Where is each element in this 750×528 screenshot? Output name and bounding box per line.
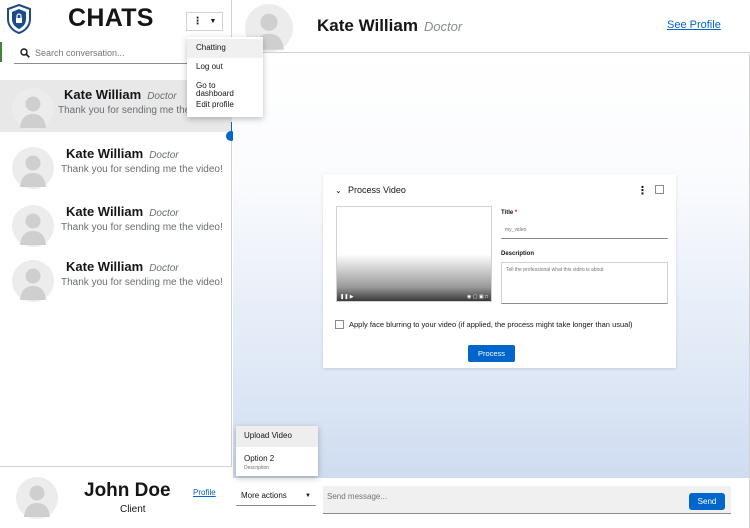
avatar-icon xyxy=(12,147,54,189)
conversation-name-text: Kate William xyxy=(66,146,144,161)
search-icon xyxy=(20,47,30,58)
conversation-name: Kate William Doctor xyxy=(66,204,179,219)
chevron-down-icon[interactable]: ⌄ xyxy=(335,186,342,195)
shield-lock-icon[interactable] xyxy=(6,4,32,34)
message-area: ⌄ Process Video ⋮ ❚❚ ▶ ◉ ▢ ▣ □ Title * D… xyxy=(233,54,750,478)
message-composer: More actions ▼ Send xyxy=(233,478,750,528)
menu-item-option-2[interactable]: Option 2 Description xyxy=(236,447,318,476)
face-blur-label: Apply face blurring to your video (if ap… xyxy=(349,320,633,329)
conversation-role: Doctor xyxy=(149,208,179,219)
conversation-name: Kate William Doctor xyxy=(66,259,179,274)
card-select-checkbox[interactable] xyxy=(655,185,664,194)
conversation-name-text: Kate William xyxy=(66,204,144,219)
see-profile-link[interactable]: See Profile xyxy=(667,19,721,31)
chats-title: CHATS xyxy=(68,4,154,32)
conversation-role: Doctor xyxy=(147,91,177,102)
avatar-icon xyxy=(12,260,54,302)
conversation-name-text: Kate William xyxy=(64,87,142,102)
user-name: John Doe xyxy=(84,480,171,501)
message-input[interactable] xyxy=(327,492,627,501)
option-2-label: Option 2 xyxy=(244,454,275,463)
contact-name: Kate William Doctor xyxy=(317,16,462,36)
process-button[interactable]: Process xyxy=(468,345,515,362)
contact-name-text: Kate William xyxy=(317,16,418,35)
conversation-role: Doctor xyxy=(149,150,179,161)
card-title: Process Video xyxy=(348,185,406,195)
sidebar-options-button[interactable]: ⋮ ▼ xyxy=(186,12,223,31)
message-field[interactable] xyxy=(323,486,731,514)
conversation-item[interactable]: Kate William Doctor Thank you for sending… xyxy=(0,139,232,191)
kebab-icon[interactable]: ⋮ xyxy=(637,184,648,197)
face-blur-checkbox[interactable] xyxy=(335,320,344,329)
conversation-role: Doctor xyxy=(149,263,179,274)
profile-link[interactable]: Profile xyxy=(193,488,216,497)
conversation-preview: Thank you for sending me the video! xyxy=(61,222,223,233)
conversation-name: Kate William Doctor xyxy=(66,146,179,161)
avatar-icon xyxy=(16,477,58,519)
avatar-icon xyxy=(12,205,54,247)
process-video-card: ⌄ Process Video ⋮ ❚❚ ▶ ◉ ▢ ▣ □ Title * D… xyxy=(323,174,676,368)
conversation-name: Kate William Doctor xyxy=(64,87,177,102)
conversation-item[interactable]: Kate William Doctor Thank you for sending… xyxy=(0,197,232,249)
caret-down-icon: ▼ xyxy=(209,18,217,25)
conversation-name-text: Kate William xyxy=(66,259,144,274)
avatar-icon xyxy=(12,88,54,130)
video-settings-icons[interactable]: ◉ ▢ ▣ □ xyxy=(467,294,488,300)
video-player[interactable]: ❚❚ ▶ ◉ ▢ ▣ □ xyxy=(336,206,492,302)
menu-item-edit-profile[interactable]: Edit profile xyxy=(187,96,263,115)
chat-header: Kate William Doctor See Profile xyxy=(233,0,750,53)
conversation-preview: Thank you for sending me the video! xyxy=(61,164,223,175)
kebab-icon: ⋮ xyxy=(192,15,203,27)
contact-role: Doctor xyxy=(423,19,463,34)
user-role: Client xyxy=(120,504,146,515)
caret-down-icon: ▼ xyxy=(305,492,311,499)
video-controls[interactable]: ❚❚ ▶ ◉ ▢ ▣ □ xyxy=(337,293,491,301)
current-user-profile: John Doe Client Profile xyxy=(0,466,232,528)
more-actions-select[interactable]: More actions ▼ xyxy=(236,486,316,506)
required-mark: * xyxy=(514,210,518,216)
description-label: Description xyxy=(501,251,535,257)
face-blur-option[interactable]: Apply face blurring to your video (if ap… xyxy=(335,320,633,329)
sidebar-options-menu: Chatting Log out Go to dashboard Edit pr… xyxy=(187,37,263,117)
menu-item-upload-video[interactable]: Upload Video xyxy=(236,426,318,447)
send-button[interactable]: Send xyxy=(689,493,725,510)
title-label: Title * xyxy=(501,210,517,216)
chat-main-panel: Kate William Doctor See Profile ⌄ Process… xyxy=(233,0,750,528)
option-2-description: Description xyxy=(244,465,270,471)
sidebar-accent-bar xyxy=(0,42,2,62)
title-input[interactable] xyxy=(501,222,668,239)
menu-item-go-to-dashboard[interactable]: Go to dashboard xyxy=(187,77,263,98)
description-textarea[interactable] xyxy=(501,262,668,304)
conversation-item[interactable]: Kate William Doctor Thank you for sending… xyxy=(0,252,232,304)
menu-item-log-out[interactable]: Log out xyxy=(187,58,263,77)
more-actions-menu: Upload Video Option 2 Description xyxy=(236,426,318,476)
title-label-text: Title xyxy=(501,210,514,216)
play-icon[interactable]: ❚❚ ▶ xyxy=(340,294,354,300)
menu-item-chatting[interactable]: Chatting xyxy=(187,39,263,58)
more-actions-label: More actions xyxy=(241,491,287,500)
conversation-preview: Thank you for sending me the video! xyxy=(61,277,223,288)
search-input[interactable] xyxy=(35,47,185,58)
search-conversation[interactable] xyxy=(14,42,214,64)
